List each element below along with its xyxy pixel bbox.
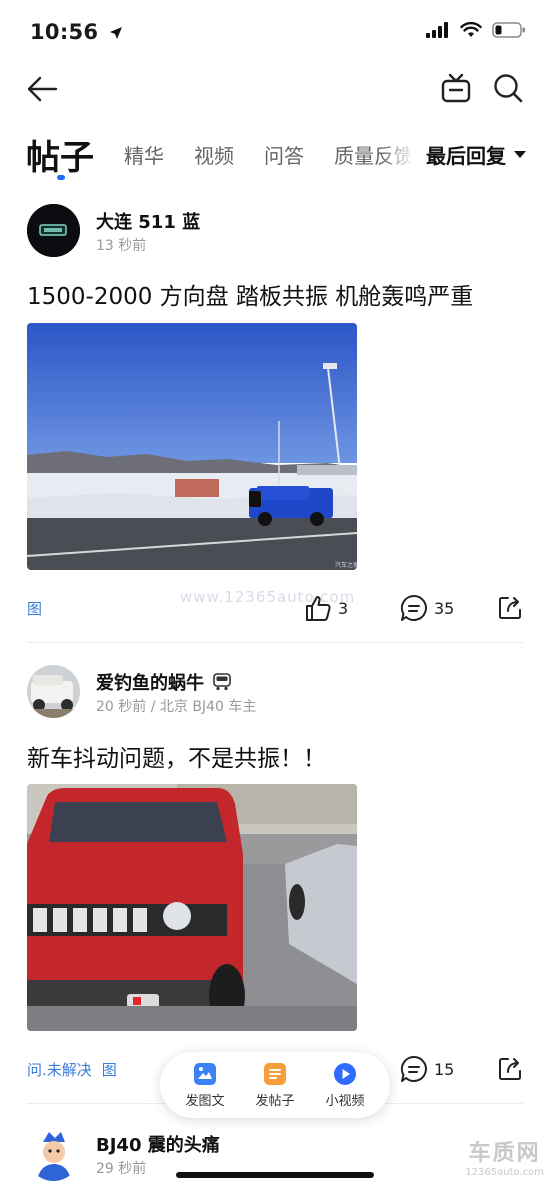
avatar[interactable] <box>27 665 80 718</box>
document-icon <box>263 1062 286 1085</box>
status-time: 10:56 <box>30 20 123 44</box>
vehicle-badge-icon <box>213 673 231 691</box>
short-video-button[interactable]: 小视频 <box>325 1062 365 1109</box>
status-icons <box>426 22 526 38</box>
tag-image[interactable]: 图 <box>27 598 42 619</box>
short-video-label: 小视频 <box>325 1093 365 1109</box>
watermark-text: www.12365auto.com <box>180 588 356 606</box>
status-bar: 10:56 <box>0 0 550 62</box>
sort-dropdown[interactable]: 最后回复 <box>426 140 526 169</box>
post-image-text-label: 发图文 <box>185 1093 225 1109</box>
tv-icon[interactable] <box>440 72 472 104</box>
post-meta: 13 秒前 <box>96 238 147 254</box>
tab-posts[interactable]: 帖子 <box>26 130 94 179</box>
tab-active-indicator <box>57 175 65 180</box>
svg-text:汽车之家: 汽车之家 <box>335 561 357 569</box>
play-circle-icon <box>333 1062 356 1085</box>
tag-image[interactable]: 图 <box>102 1059 117 1080</box>
author-name[interactable]: 大连 511 蓝 <box>96 208 200 234</box>
back-arrow-icon[interactable] <box>26 74 58 104</box>
wifi-icon <box>460 22 482 37</box>
avatar[interactable] <box>27 1128 80 1181</box>
post-divider <box>27 642 523 643</box>
comment-bubble-icon <box>400 594 427 621</box>
author-name[interactable]: 爱钓鱼的蜗牛 <box>96 669 232 695</box>
tag-unresolved-question[interactable]: 问.未解决 <box>27 1059 92 1080</box>
comment-bubble-icon <box>400 1055 427 1082</box>
floating-publish-bar: 发图文 发帖子 小视频 <box>160 1052 390 1118</box>
snowy-road-jeep-photo: 汽车之家 <box>27 323 357 570</box>
brand-watermark-logo: 车质网 12365auto.com <box>465 1135 544 1178</box>
location-arrow-icon <box>109 27 122 39</box>
share-icon[interactable] <box>496 1055 524 1083</box>
home-indicator[interactable] <box>176 1172 374 1178</box>
comment-button[interactable]: 15 <box>400 1055 454 1083</box>
battery-icon <box>492 22 525 38</box>
post-image[interactable] <box>27 784 357 1031</box>
author-name[interactable]: BJ40 震的头痛 <box>96 1131 220 1157</box>
post-title[interactable]: 1500-2000 方向盘 踏板共振 机舱轰鸣严重 <box>27 277 473 311</box>
picture-icon <box>193 1062 216 1085</box>
tab-video[interactable]: 视频 <box>194 140 234 169</box>
post-image[interactable]: 汽车之家 <box>27 323 357 570</box>
comment-count: 35 <box>434 598 455 618</box>
avatar-image <box>27 665 80 718</box>
avatar[interactable] <box>27 204 80 257</box>
brand-watermark-url: 12365auto.com <box>465 1167 544 1178</box>
tab-qa[interactable]: 问答 <box>264 140 304 169</box>
cellular-signal-icon <box>426 22 448 38</box>
post-tags: 图 <box>27 598 42 619</box>
nav-bar <box>0 62 550 116</box>
brand-watermark-title: 车质网 <box>468 1141 541 1166</box>
avatar-image <box>27 1128 80 1181</box>
avatar-image <box>27 204 80 257</box>
post-meta: 29 秒前 <box>96 1161 147 1177</box>
post-tags: 问.未解决 图 <box>27 1059 117 1080</box>
sort-label: 最后回复 <box>426 144 506 168</box>
comment-count: 15 <box>434 1059 455 1079</box>
post-meta: 20 秒前 / 北京 BJ40 车主 <box>96 699 257 715</box>
category-tabs: 帖子 精华 视频 问答 质量反馈 最后回复 <box>0 128 550 184</box>
author-name-text: 爱钓鱼的蜗牛 <box>96 673 204 694</box>
tab-featured[interactable]: 精华 <box>124 140 164 169</box>
caret-down-icon <box>514 150 526 158</box>
post-image-text-button[interactable]: 发图文 <box>185 1062 225 1109</box>
tab-fade-overlay <box>380 128 416 178</box>
share-icon[interactable] <box>496 594 524 622</box>
status-time-text: 10:56 <box>30 20 99 44</box>
search-icon[interactable] <box>492 72 524 104</box>
red-jeep-photo <box>27 784 357 1031</box>
create-post-label: 发帖子 <box>255 1093 295 1109</box>
comment-button[interactable]: 35 <box>400 594 454 622</box>
create-post-button[interactable]: 发帖子 <box>255 1062 295 1109</box>
post-title[interactable]: 新车抖动问题，不是共振！！ <box>27 739 326 773</box>
